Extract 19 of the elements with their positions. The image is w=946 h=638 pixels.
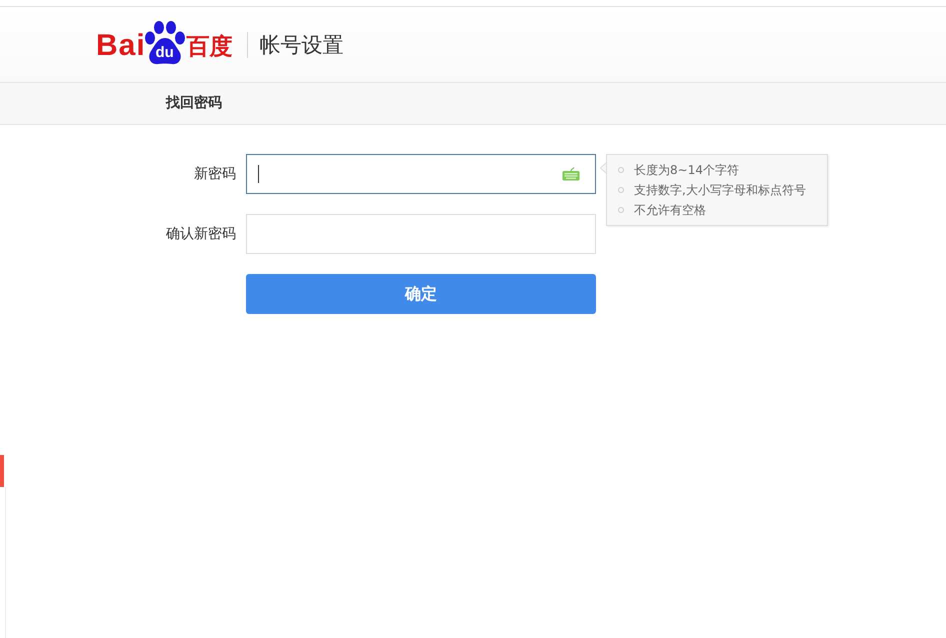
hint-text: 长度为8~14个字符: [634, 162, 739, 179]
field-label: 新密码: [193, 164, 236, 184]
hint-text: 不允许有空格: [634, 202, 706, 219]
paw-icon: [144, 20, 186, 64]
circle-bullet-icon: [618, 167, 624, 173]
logo-text: du: [154, 44, 175, 60]
logo-text: 百度: [186, 32, 233, 60]
page-title: 帐号设置: [260, 32, 344, 58]
keyboard-icon[interactable]: [562, 167, 580, 181]
side-tab[interactable]: [0, 455, 4, 487]
password-field[interactable]: [246, 154, 596, 194]
logo-text: Bai: [96, 30, 146, 60]
circle-bullet-icon: [618, 187, 624, 193]
circle-bullet-icon: [618, 207, 624, 213]
field-label: 确认新密码: [165, 224, 236, 244]
section-title: 找回密码: [166, 94, 222, 113]
hint-text: 支持数字,大小写字母和标点符号: [634, 182, 806, 199]
confirm-button[interactable]: 确定: [246, 274, 596, 314]
text-caret: [258, 165, 259, 183]
